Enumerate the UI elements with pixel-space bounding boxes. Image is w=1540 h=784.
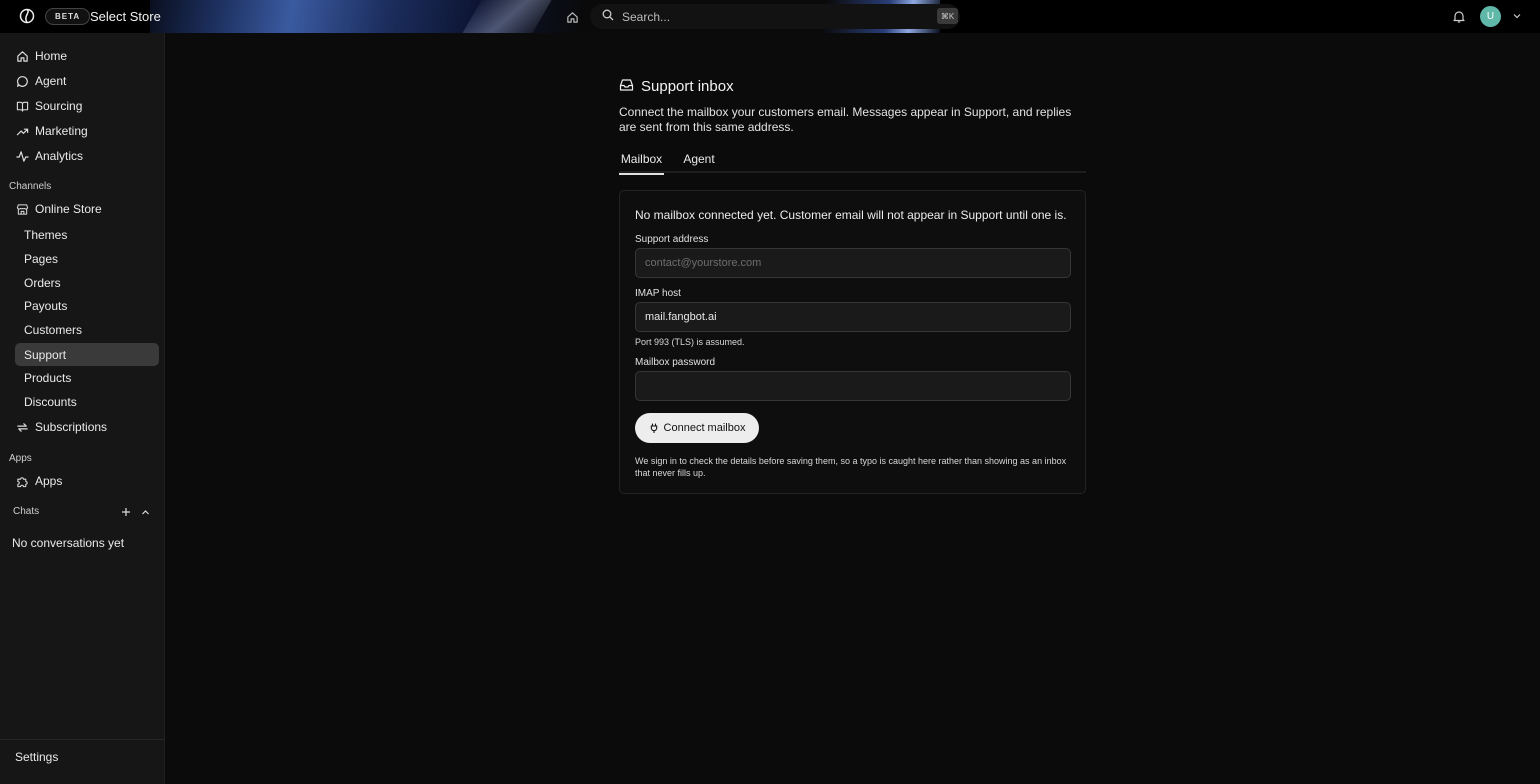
sidebar-item-label: Agent bbox=[35, 74, 67, 88]
password-label: Mailbox password bbox=[635, 357, 716, 368]
chevron-up-icon[interactable] bbox=[141, 505, 153, 517]
support-address-input[interactable] bbox=[635, 248, 1071, 278]
home-icon[interactable] bbox=[563, 8, 581, 26]
connect-mailbox-label: Connect mailbox bbox=[663, 422, 746, 434]
sidebar-item-label: Apps bbox=[35, 474, 63, 488]
sidebar-item-label: Home bbox=[35, 49, 68, 63]
book-icon bbox=[15, 99, 29, 113]
imap-host-input[interactable] bbox=[635, 302, 1071, 332]
pulse-icon bbox=[15, 149, 29, 163]
sidebar-item-marketing[interactable]: Marketing bbox=[8, 120, 158, 142]
sidebar-item-label: Marketing bbox=[35, 124, 88, 138]
sidebar-item-sourcing[interactable]: Sourcing bbox=[8, 95, 158, 117]
plug-icon bbox=[649, 423, 659, 433]
support-address-label: Support address bbox=[635, 234, 709, 245]
sidebar-item-label: Products bbox=[24, 370, 72, 385]
bell-icon[interactable] bbox=[1451, 8, 1467, 25]
sidebar-item-label: Themes bbox=[24, 227, 68, 242]
sidebar-item-label: Online Store bbox=[35, 202, 102, 216]
mailbox-card: No mailbox connected yet. Customer email… bbox=[619, 190, 1086, 494]
sidebar-item-apps[interactable]: Apps bbox=[8, 470, 158, 492]
sidebar-item-home[interactable]: Home bbox=[8, 45, 158, 67]
imap-host-label: IMAP host bbox=[635, 288, 681, 299]
sidebar-item-label: Orders bbox=[24, 275, 61, 290]
sidebar-item-customers[interactable]: Customers bbox=[15, 318, 159, 341]
search-shortcut: ⌘K bbox=[937, 8, 958, 24]
no-conversations-text: No conversations yet bbox=[12, 536, 125, 550]
sidebar-item-label: Payouts bbox=[24, 298, 68, 313]
search-icon bbox=[602, 9, 614, 24]
sidebar-item-orders[interactable]: Orders bbox=[15, 271, 159, 294]
sidebar-item-payouts[interactable]: Payouts bbox=[15, 294, 159, 317]
sidebar-item-label: Sourcing bbox=[35, 99, 83, 113]
avatar[interactable]: U bbox=[1480, 6, 1501, 27]
page-title: Support inbox bbox=[641, 77, 734, 95]
plus-icon[interactable] bbox=[121, 505, 133, 517]
password-input[interactable] bbox=[635, 371, 1071, 401]
sidebar-item-label: Subscriptions bbox=[35, 420, 108, 434]
top-bar: BETA Select Store ⌘K U bbox=[0, 0, 1540, 33]
chats-header: Chats bbox=[13, 505, 153, 519]
page-header: Support inbox Connect the mailbox your c… bbox=[619, 77, 1086, 135]
inbox-icon bbox=[619, 78, 634, 95]
home-icon bbox=[15, 49, 29, 63]
sidebar-item-label: Pages bbox=[24, 251, 59, 266]
tab-mailbox[interactable]: Mailbox bbox=[619, 144, 664, 175]
beta-badge: BETA bbox=[45, 8, 91, 25]
page-description: Connect the mailbox your customers email… bbox=[619, 105, 1072, 134]
sidebar-item-pages[interactable]: Pages bbox=[15, 247, 159, 270]
chats-label: Chats bbox=[13, 506, 40, 517]
section-label-channels: Channels bbox=[9, 181, 52, 192]
refresh-icon bbox=[15, 420, 29, 434]
sidebar: Home Agent Sourcing Marketing Analytics … bbox=[0, 33, 165, 784]
search-bar[interactable]: ⌘K bbox=[590, 4, 960, 29]
sidebar-item-subscriptions[interactable]: Subscriptions bbox=[8, 416, 158, 438]
sidebar-item-settings[interactable]: Settings bbox=[15, 750, 58, 764]
connect-mailbox-button[interactable]: Connect mailbox bbox=[635, 413, 759, 443]
sidebar-item-label: Analytics bbox=[35, 149, 84, 163]
trend-up-icon bbox=[15, 124, 29, 138]
tab-agent[interactable]: Agent bbox=[682, 144, 716, 173]
sidebar-item-discounts[interactable]: Discounts bbox=[15, 390, 159, 413]
divider bbox=[0, 739, 165, 740]
port-hint: Port 993 (TLS) is assumed. bbox=[635, 337, 745, 347]
tab-bar: Mailbox Agent bbox=[619, 144, 1086, 175]
store-name[interactable]: Select Store bbox=[90, 9, 161, 24]
sidebar-item-label: Customers bbox=[24, 322, 83, 337]
footnote: We sign in to check the details before s… bbox=[635, 456, 1067, 478]
mailbox-notice: No mailbox connected yet. Customer email… bbox=[635, 208, 1067, 222]
sidebar-item-label: Support bbox=[24, 347, 67, 362]
sidebar-item-online-store[interactable]: Online Store bbox=[8, 198, 158, 220]
app-logo-icon[interactable] bbox=[18, 7, 36, 25]
sidebar-item-label: Discounts bbox=[24, 394, 77, 409]
sidebar-item-analytics[interactable]: Analytics bbox=[8, 145, 158, 167]
puzzle-icon bbox=[15, 474, 29, 488]
section-label-apps: Apps bbox=[9, 453, 32, 464]
sidebar-item-themes[interactable]: Themes bbox=[15, 223, 159, 246]
sidebar-item-support[interactable]: Support bbox=[15, 343, 159, 366]
search-input[interactable] bbox=[622, 9, 922, 24]
sidebar-item-agent[interactable]: Agent bbox=[8, 70, 158, 92]
chat-bubble-icon bbox=[15, 74, 29, 88]
sidebar-item-products[interactable]: Products bbox=[15, 366, 159, 389]
chevron-down-icon[interactable] bbox=[1512, 11, 1522, 21]
store-icon bbox=[15, 202, 29, 216]
